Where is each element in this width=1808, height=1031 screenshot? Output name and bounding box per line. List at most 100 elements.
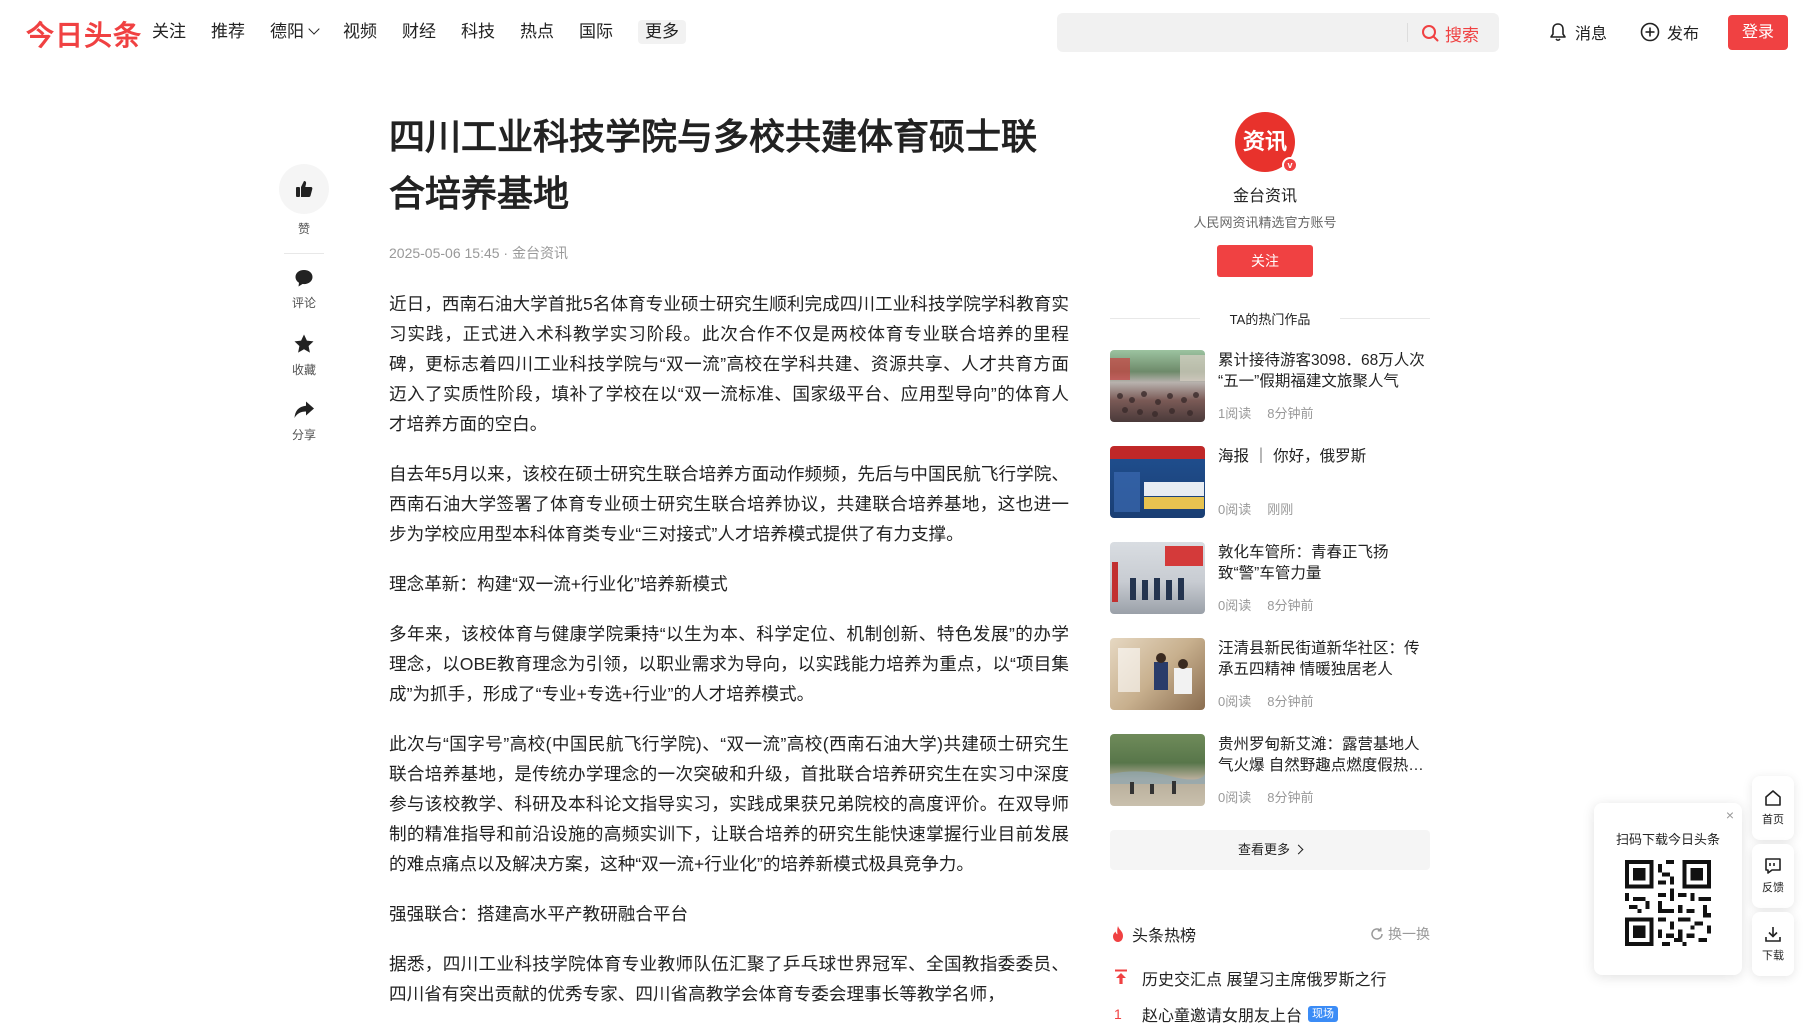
trending-rank: 1 (1114, 1006, 1122, 1022)
work-thumbnail (1110, 446, 1205, 518)
search-divider (1407, 23, 1408, 42)
login-button[interactable]: 登录 (1728, 15, 1788, 50)
heading-rule-right (1340, 318, 1430, 319)
search-icon (1422, 25, 1439, 42)
see-more-button[interactable]: 查看更多 (1110, 830, 1430, 870)
star-icon (294, 334, 314, 353)
article-paragraph: 此次与“国字号”高校(中国民航飞行学院)、“双一流”高校(西南石油大学)共建硕士… (389, 734, 1069, 874)
top-header: 今日头条 关注 推荐 德阳 视频 财经 科技 热点 国际 更多 搜索 消息 发布… (0, 0, 1808, 64)
favorite-button[interactable]: 收藏 (278, 333, 330, 378)
chevron-down-icon (308, 23, 320, 35)
search-box: 搜索 (1057, 13, 1499, 52)
nav-recommend[interactable]: 推荐 (211, 20, 245, 44)
list-item[interactable]: 海报 ｜ 你好，俄罗斯 0阅读 刚刚 (1110, 446, 1430, 518)
trending-header: 头条热榜 换一换 (1110, 922, 1430, 945)
feedback-button[interactable]: 反馈 (1752, 844, 1794, 908)
author-description: 人民网资讯精选官方账号 (1193, 215, 1337, 230)
download-qr-card: × 扫码下载今日头条 (1594, 803, 1742, 975)
follow-button[interactable]: 关注 (1217, 245, 1313, 277)
article-paragraph: 据悉，四川工业科技学院体育专业教师队伍汇聚了乒乓球世界冠军、全国教指委委员、四川… (389, 954, 1069, 1004)
channel-nav: 关注 推荐 德阳 视频 财经 科技 热点 国际 更多 (152, 20, 711, 44)
nav-city[interactable]: 德阳 (270, 20, 320, 44)
download-button[interactable]: 下载 (1752, 912, 1794, 976)
author-name[interactable]: 金台资讯 (1100, 182, 1430, 206)
toutiao-logo[interactable]: 今日头条 (26, 14, 142, 54)
nav-video[interactable]: 视频 (343, 20, 377, 44)
refresh-button[interactable]: 换一换 (1370, 924, 1430, 944)
thumbs-up-icon (296, 181, 313, 197)
chevron-right-icon (1293, 844, 1304, 855)
search-button[interactable]: 搜索 (1421, 21, 1479, 45)
article-paragraph: 近日，西南石油大学首批5名体育专业硕士研究生顺利完成四川工业科技学院学科教育实习… (389, 294, 1069, 434)
home-button[interactable]: 首页 (1752, 776, 1794, 840)
share-label: 分享 (291, 428, 316, 442)
rail-divider (284, 253, 324, 254)
work-reads: 1阅读 (1218, 406, 1252, 421)
publish-button[interactable]: 发布 (1640, 20, 1699, 44)
trending-item-title: 历史交汇点 展望习主席俄罗斯之行 (1142, 972, 1387, 989)
close-icon[interactable]: × (1726, 807, 1734, 823)
work-time: 刚刚 (1267, 502, 1294, 517)
nav-tech[interactable]: 科技 (461, 20, 495, 44)
work-title[interactable]: 贵州罗甸新艾滩：露营基地人气火爆 自然野趣点燃度假热… (1218, 734, 1430, 776)
share-icon (294, 401, 314, 418)
list-item[interactable]: 累计接待游客3098．68万人次 “五一”假期福建文旅聚人气 1阅读 8分钟前 (1110, 350, 1430, 422)
nav-finance[interactable]: 财经 (402, 20, 436, 44)
work-reads: 0阅读 (1218, 502, 1252, 517)
nav-international[interactable]: 国际 (579, 20, 613, 44)
article-paragraph: 自去年5月以来，该校在硕士研究生联合培养方面动作频频，先后与中国民航飞行学院、西… (389, 464, 1069, 544)
poster-graphic (1114, 472, 1204, 512)
list-item[interactable]: 贵州罗甸新艾滩：露营基地人气火爆 自然野趣点燃度假热… 0阅读 8分钟前 (1110, 734, 1430, 806)
list-item[interactable]: 1 赵心童邀请女朋友上台 现场 (1110, 996, 1430, 1031)
bell-icon (1550, 23, 1566, 42)
work-info: 海报 ｜ 你好，俄罗斯 0阅读 刚刚 (1218, 446, 1430, 518)
avatar[interactable]: 资讯 v (1235, 112, 1298, 173)
comment-button[interactable]: 评论 (278, 268, 330, 311)
work-stats: 0阅读 8分钟前 (1218, 691, 1313, 710)
work-title[interactable]: 累计接待游客3098．68万人次 “五一”假期福建文旅聚人气 (1218, 350, 1430, 392)
trending-item-title: 赵心童邀请女朋友上台 (1142, 1008, 1303, 1025)
verified-badge: v (1282, 157, 1298, 173)
hot-works-list: 累计接待游客3098．68万人次 “五一”假期福建文旅聚人气 1阅读 8分钟前 海… (1110, 350, 1430, 830)
list-item[interactable]: 敦化车管所：青春正飞扬 致“警”车管力量 0阅读 8分钟前 (1110, 542, 1430, 614)
like-button[interactable]: 赞 (278, 164, 330, 237)
ceremony-photo (1112, 546, 1203, 602)
list-item[interactable]: 历史交汇点 展望习主席俄罗斯之行 (1110, 960, 1430, 996)
work-title[interactable]: 海报 ｜ 你好，俄罗斯 (1218, 446, 1430, 467)
article-meta: 2025-05-06 15:45 · 金台资讯 (389, 245, 568, 261)
work-reads: 0阅读 (1218, 598, 1252, 613)
comment-label: 评论 (291, 296, 316, 310)
refresh-label: 换一换 (1388, 926, 1430, 942)
work-reads: 0阅读 (1218, 694, 1252, 709)
article-title: 四川工业科技学院与多校共建体育硕士联合培养基地 (389, 116, 1038, 214)
work-info: 敦化车管所：青春正飞扬 致“警”车管力量 0阅读 8分钟前 (1218, 542, 1430, 614)
work-info: 汪清县新民街道新华社区：传承五四精神 情暖独居老人 0阅读 8分钟前 (1218, 638, 1430, 710)
article-subheading: 理念革新：构建“双一流+行业化”培养新模式 (389, 574, 728, 594)
messages-button[interactable]: 消息 (1548, 20, 1607, 44)
nav-hot[interactable]: 热点 (520, 20, 554, 44)
trending-title-label: 头条热榜 (1132, 928, 1197, 945)
work-title[interactable]: 敦化车管所：青春正飞扬 致“警”车管力量 (1218, 542, 1430, 584)
plus-circle-icon (1640, 22, 1660, 42)
search-button-label: 搜索 (1445, 25, 1479, 45)
article: 四川工业科技学院与多校共建体育硕士联合培养基地 2025-05-06 15:45… (389, 108, 1069, 1029)
search-input[interactable] (1069, 19, 1449, 46)
crowd-photo (1110, 355, 1205, 417)
article-action-rail: 赞 评论 收藏 分享 (278, 164, 330, 443)
work-time: 8分钟前 (1267, 406, 1314, 421)
work-stats: 0阅读 8分钟前 (1218, 787, 1313, 806)
community-photo (1118, 648, 1192, 694)
nav-city-label: 德阳 (270, 22, 304, 41)
work-stats: 0阅读 8分钟前 (1218, 595, 1313, 614)
work-title[interactable]: 汪清县新民街道新华社区：传承五四精神 情暖独居老人 (1218, 638, 1430, 680)
feedback-label: 反馈 (1762, 882, 1784, 894)
nav-more[interactable]: 更多 (638, 20, 686, 44)
article-paragraph: 多年来，该校体育与健康学院秉持“以生为本、科学定位、机制创新、特色发展”的办学理… (389, 624, 1069, 704)
home-icon (1765, 790, 1781, 806)
nav-follow[interactable]: 关注 (152, 20, 186, 44)
hot-works-heading: TA的热门作品 (1110, 309, 1430, 329)
article-subheading: 强强联合：搭建高水平产教研融合平台 (389, 904, 689, 924)
work-stats: 1阅读 8分钟前 (1218, 403, 1313, 422)
share-button[interactable]: 分享 (278, 400, 330, 443)
list-item[interactable]: 汪清县新民街道新华社区：传承五四精神 情暖独居老人 0阅读 8分钟前 (1110, 638, 1430, 710)
